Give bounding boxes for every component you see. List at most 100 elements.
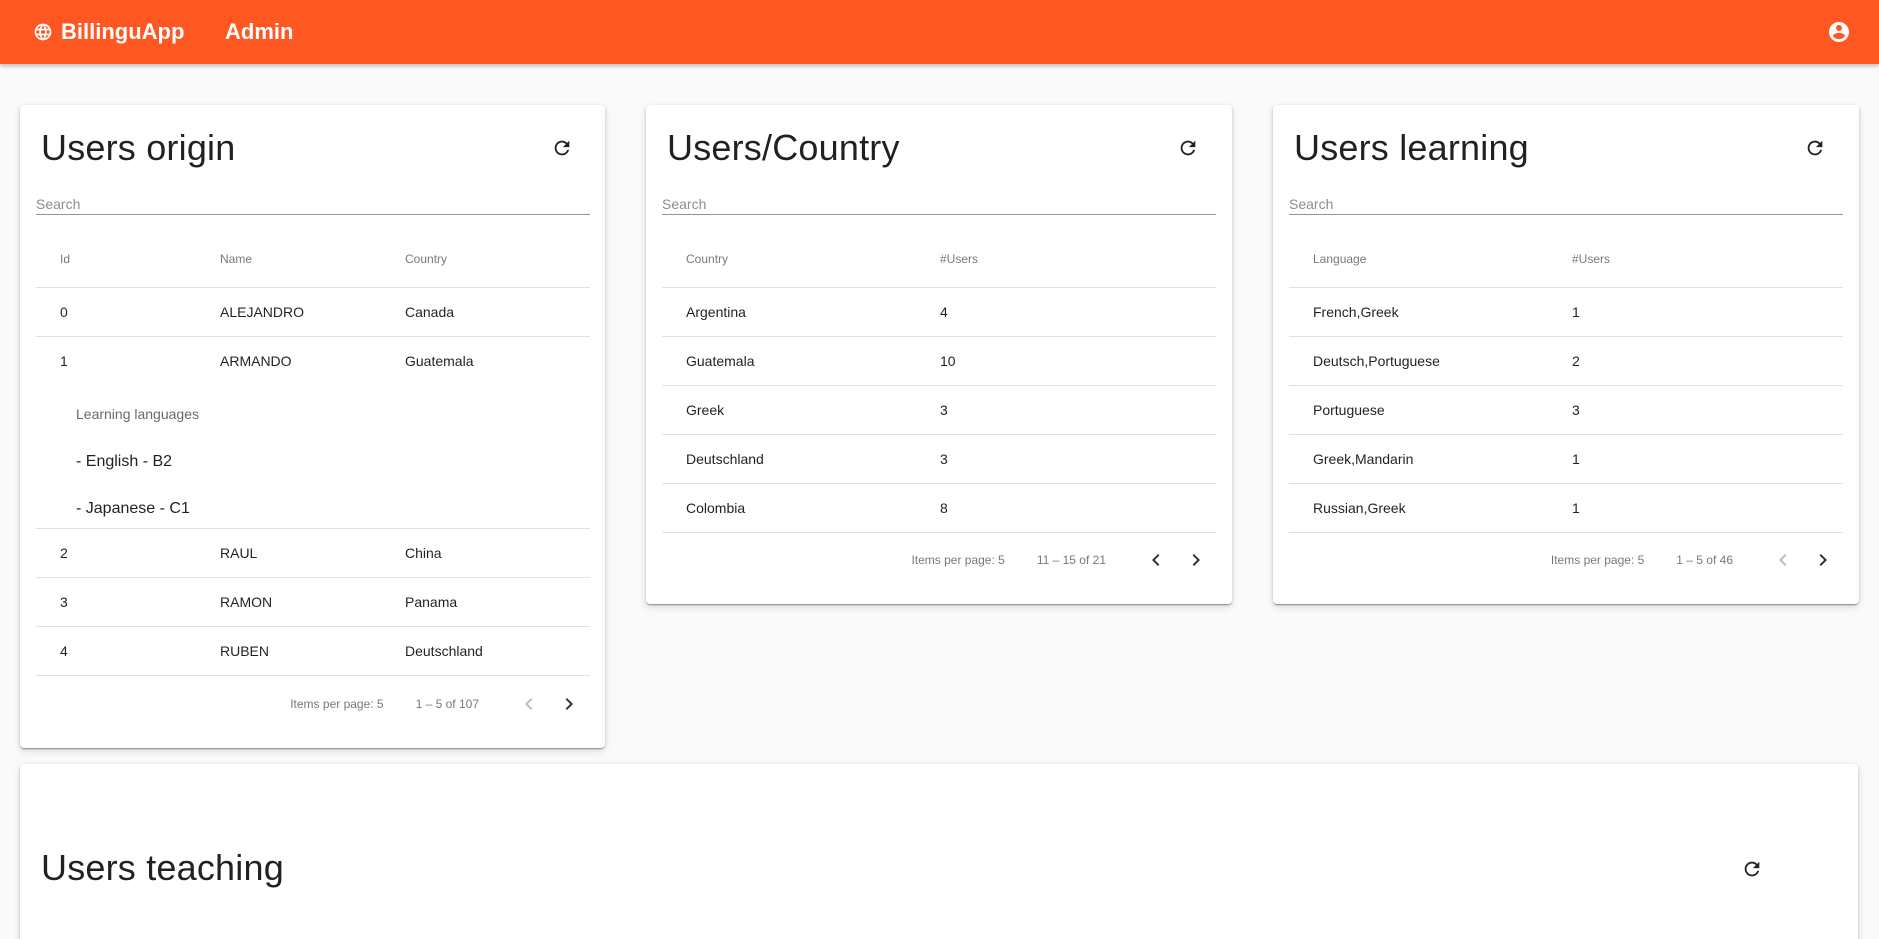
page-range-label: 11 – 15 of 21 bbox=[1036, 553, 1106, 567]
table-row[interactable]: Russian,Greek 1 bbox=[1289, 483, 1843, 533]
cell-name: ALEJANDRO bbox=[196, 287, 381, 337]
column-header-country[interactable]: Country bbox=[381, 231, 590, 288]
refresh-icon bbox=[1807, 140, 1823, 156]
table-row[interactable]: Portuguese 3 bbox=[1289, 385, 1843, 435]
refresh-icon bbox=[1180, 140, 1196, 156]
column-header-language[interactable]: Language bbox=[1289, 231, 1548, 288]
cell-country: Guatemala bbox=[662, 336, 916, 386]
paginator: Items per page: 5 11 – 15 of 21 bbox=[911, 532, 1216, 588]
column-header-id[interactable]: Id bbox=[36, 231, 196, 288]
users-country-table: Country #Users Argentina 4 Guatemala 10 … bbox=[662, 231, 1216, 533]
card-title: Users teaching bbox=[41, 847, 284, 888]
chevron-left-icon bbox=[1152, 554, 1160, 566]
language-item: - Japanese - C1 bbox=[76, 500, 190, 518]
column-header-country[interactable]: Country bbox=[662, 231, 916, 288]
table-row[interactable]: Greek 3 bbox=[662, 385, 1216, 435]
cell-name: RUBEN bbox=[196, 626, 381, 676]
learning-languages-label: Learning languages bbox=[76, 406, 199, 423]
users-country-card: Users/Country Country #Users Argentina 4… bbox=[646, 105, 1232, 604]
cell-id: 4 bbox=[36, 626, 196, 676]
cell-users: 3 bbox=[916, 434, 1216, 484]
page-range-label: 1 – 5 of 46 bbox=[1676, 553, 1733, 567]
table-row[interactable]: 0 ALEJANDRO Canada bbox=[36, 287, 590, 337]
refresh-button[interactable] bbox=[1803, 136, 1827, 160]
table-header-row: Language #Users bbox=[1289, 231, 1843, 288]
cell-users: 1 bbox=[1548, 434, 1843, 484]
cell-country: Argentina bbox=[662, 287, 916, 337]
cell-country: Guatemala bbox=[405, 352, 474, 369]
cell-id: 3 bbox=[36, 577, 196, 627]
cell-country: Deutschland bbox=[381, 626, 590, 676]
language-item: - English - B2 bbox=[76, 453, 173, 471]
refresh-button[interactable] bbox=[1740, 857, 1764, 881]
cell-users: 10 bbox=[916, 336, 1216, 386]
cell-users: 3 bbox=[916, 385, 1216, 435]
cell-country: Canada bbox=[381, 287, 590, 337]
card-title: Users/Country bbox=[667, 127, 900, 168]
items-per-page-label: Items per page: 5 bbox=[290, 697, 384, 711]
chevron-left-icon bbox=[1779, 554, 1787, 566]
cell-name: ARMANDO bbox=[220, 352, 292, 369]
table-row[interactable]: 3 RAMON Panama bbox=[36, 577, 590, 627]
users-teaching-card: Users teaching bbox=[20, 764, 1858, 939]
cell-users: 1 bbox=[1548, 287, 1843, 337]
account-circle-icon[interactable] bbox=[1827, 20, 1851, 44]
card-title: Users learning bbox=[1294, 127, 1529, 168]
users-learning-table: Language #Users French,Greek 1 Deutsch,P… bbox=[1289, 231, 1843, 533]
cell-language: French,Greek bbox=[1289, 287, 1548, 337]
paginator: Items per page: 5 1 – 5 of 46 bbox=[1551, 532, 1843, 588]
users-origin-card: Users origin Id Name Country 0 ALEJANDRO… bbox=[20, 105, 605, 748]
table-row[interactable]: Greek,Mandarin 1 bbox=[1289, 434, 1843, 484]
table-row[interactable]: Deutschland 3 bbox=[662, 434, 1216, 484]
table-row[interactable]: Guatemala 10 bbox=[662, 336, 1216, 386]
items-per-page-label: Items per page: 5 bbox=[911, 553, 1005, 567]
cell-language: Greek,Mandarin bbox=[1289, 434, 1548, 484]
row-detail-cell: Learning languages - English - B2 - Japa… bbox=[36, 385, 590, 529]
cell-users: 8 bbox=[916, 483, 1216, 533]
chevron-right-icon bbox=[1192, 554, 1200, 566]
column-header-users[interactable]: #Users bbox=[1548, 231, 1843, 288]
cell-country: Panama bbox=[381, 577, 590, 627]
next-page-button[interactable] bbox=[549, 684, 589, 724]
previous-page-button[interactable] bbox=[1763, 540, 1803, 580]
cell-country: Colombia bbox=[662, 483, 916, 533]
cell-country: China bbox=[381, 528, 590, 578]
card-title: Users origin bbox=[41, 127, 236, 168]
next-page-button[interactable] bbox=[1176, 540, 1216, 580]
items-per-page-label: Items per page: 5 bbox=[1550, 553, 1645, 567]
refresh-button[interactable] bbox=[1176, 136, 1200, 160]
table-row-expanded[interactable]: 1 ARMANDO Guatemala bbox=[36, 336, 590, 385]
cell-id: 2 bbox=[36, 528, 196, 578]
cell-country: Greek bbox=[662, 385, 916, 435]
table-row[interactable]: Argentina 4 bbox=[662, 287, 1216, 337]
cell-users: 3 bbox=[1548, 385, 1843, 435]
top-toolbar: BillinguApp Admin bbox=[0, 0, 1879, 64]
users-origin-table: Id Name Country 0 ALEJANDRO Canada 1 ARM… bbox=[36, 231, 590, 676]
table-row[interactable]: 2 RAUL China bbox=[36, 528, 590, 578]
search-input[interactable] bbox=[1289, 175, 1843, 215]
cell-id: 1 bbox=[60, 352, 68, 369]
brand-name: BillinguApp bbox=[61, 19, 185, 44]
row-detail: Learning languages - English - B2 - Japa… bbox=[36, 385, 590, 529]
next-page-button[interactable] bbox=[1803, 540, 1843, 580]
table-row[interactable]: Colombia 8 bbox=[662, 483, 1216, 533]
brand-link[interactable]: BillinguApp bbox=[33, 0, 184, 64]
paginator: Items per page: 5 1 – 5 of 107 bbox=[290, 676, 589, 732]
cell-language: Portuguese bbox=[1289, 385, 1548, 435]
previous-page-button[interactable] bbox=[509, 684, 549, 724]
column-header-users[interactable]: #Users bbox=[916, 231, 1216, 288]
table-row[interactable]: French,Greek 1 bbox=[1289, 287, 1843, 337]
users-learning-card: Users learning Language #Users French,Gr… bbox=[1273, 105, 1859, 604]
previous-page-button[interactable] bbox=[1136, 540, 1176, 580]
table-header-row: Id Name Country bbox=[36, 231, 590, 288]
column-header-name[interactable]: Name bbox=[196, 231, 381, 288]
cell-name: RAUL bbox=[196, 528, 381, 578]
cell-name: RAMON bbox=[196, 577, 381, 627]
refresh-button[interactable] bbox=[550, 136, 574, 160]
admin-nav-link[interactable]: Admin bbox=[225, 0, 293, 64]
search-input[interactable] bbox=[36, 175, 590, 215]
table-row[interactable]: 4 RUBEN Deutschland bbox=[36, 626, 590, 676]
table-row[interactable]: Deutsch,Portuguese 2 bbox=[1289, 336, 1843, 386]
cell-language: Russian,Greek bbox=[1289, 483, 1548, 533]
search-input[interactable] bbox=[662, 175, 1216, 215]
